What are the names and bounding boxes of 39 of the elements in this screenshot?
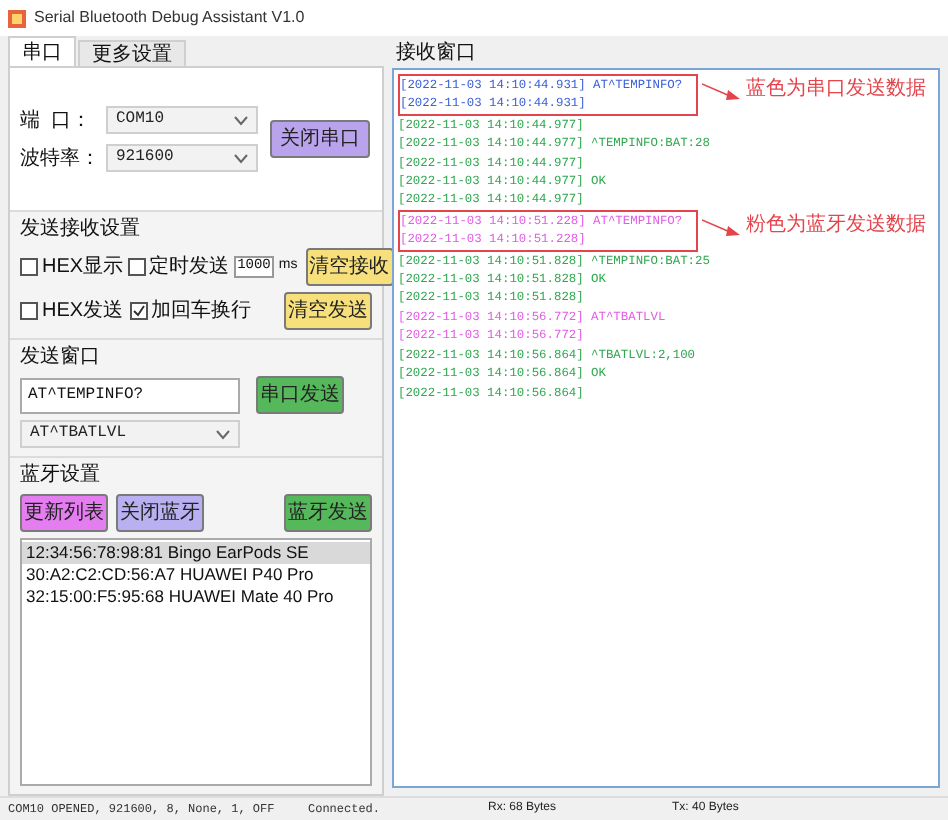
device-item[interactable]: 12:34:56:78:98:81 Bingo EarPods SE [22,542,370,564]
field-label: 端 口： [20,107,94,135]
checkbox[interactable] [20,302,38,320]
group-title: 发送窗口 [20,344,102,370]
tab[interactable]: 更多设置 [78,40,186,66]
app-icon [8,9,26,27]
group-title: 发送接收设置 [20,216,142,242]
device-item[interactable]: 30:A2:C2:CD:56:A7 HUAWEI P40 Pro [22,564,370,586]
caret-icon [234,115,248,125]
checkbox-label: 定时发送 [149,253,230,282]
annotation-note: 蓝色为串口发送数据 [746,78,926,102]
dropdown[interactable]: 921600 [106,144,258,172]
tab[interactable]: 串口 [8,36,76,66]
checkbox[interactable] [127,258,146,276]
action-button[interactable]: 更新列表 [20,494,108,532]
action-button[interactable]: 关闭蓝牙 [116,494,204,532]
send-input-field[interactable]: AT^TEMPINFO? [20,377,240,413]
group-title: 蓝牙设置 [20,462,102,488]
checkbox-label: HEX发送 [42,298,124,326]
action-button[interactable]: 关闭串口 [270,120,370,158]
device-item[interactable]: 32:15:00:F5:95:68 HUAWEI Mate 40 Pro [22,586,370,608]
dropdown[interactable]: AT^TBATLVL [20,420,240,448]
checkbox[interactable] [129,302,148,320]
action-button[interactable]: 清空发送 [284,292,372,330]
dropdown[interactable]: COM10 [106,106,258,134]
checkbox-label: HEX显示 [42,254,124,282]
action-button[interactable]: 蓝牙发送 [284,494,372,532]
group-title: 接收窗口 [396,40,478,68]
action-button[interactable]: 清空接收 [305,248,394,286]
action-button[interactable]: 串口发送 [256,376,344,414]
arrow-icon [702,217,742,238]
window-title: Serial Bluetooth Debug Assistant V1.0 [34,6,305,30]
field-label: 波特率： [20,145,100,173]
caret-icon [234,153,248,163]
checkbox[interactable] [20,258,38,276]
arrow-icon [702,82,742,102]
caret-icon [216,429,230,439]
checkbox-label: 加回车换行 [151,297,252,326]
annotation-note: 粉色为蓝牙发送数据 [746,213,926,238]
